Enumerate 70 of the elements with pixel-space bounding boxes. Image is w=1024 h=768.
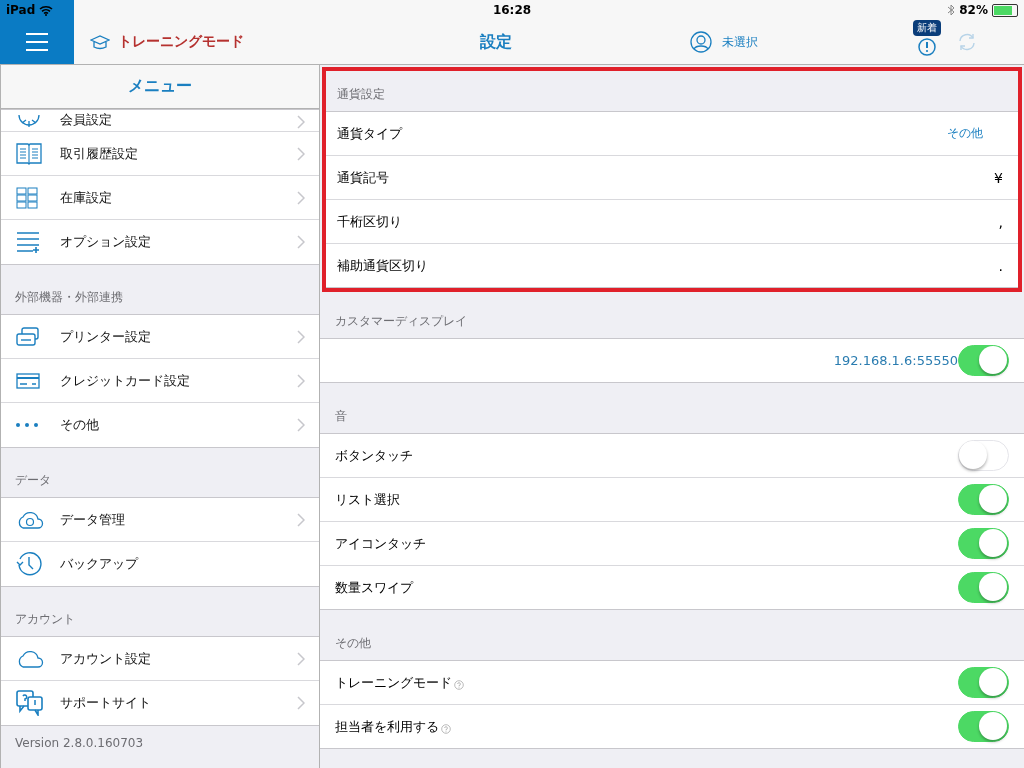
setting-label: アイコンタッチ xyxy=(335,534,426,553)
setting-label: 数量スワイプ xyxy=(335,578,413,597)
setting-label: ボタンタッチ xyxy=(335,446,413,465)
menu-item[interactable]: オプション設定 xyxy=(1,220,319,264)
menu-item[interactable]: 会員設定 xyxy=(1,110,319,132)
setting-label: 千桁区切り xyxy=(337,212,402,231)
setting-value: ¥ xyxy=(994,169,1003,186)
setting-label: リスト選択 xyxy=(335,490,400,509)
help-icon[interactable] xyxy=(454,679,464,690)
toggle-switch[interactable] xyxy=(958,345,1009,376)
chat-help-icon xyxy=(16,690,44,716)
section-header: その他 xyxy=(335,635,371,652)
wifi-icon xyxy=(39,4,54,16)
carrier-label: iPad xyxy=(6,3,36,17)
sidebar-title: メニュー xyxy=(128,76,192,97)
battery-icon xyxy=(992,3,1018,17)
toggle-switch[interactable] xyxy=(958,528,1009,559)
training-mode-label: トレーニングモード xyxy=(118,33,244,51)
drawers-icon xyxy=(16,186,38,209)
setting-value: . xyxy=(998,257,1003,274)
setting-label: トレーニングモード xyxy=(335,673,452,692)
person-icon xyxy=(690,31,712,53)
menu-item[interactable]: 在庫設定 xyxy=(1,176,319,220)
toggle-switch[interactable] xyxy=(958,484,1009,515)
clock-icon xyxy=(16,551,42,577)
staff-selector[interactable]: 未選択 xyxy=(690,31,905,53)
printer-icon xyxy=(16,326,40,347)
bluetooth-icon xyxy=(947,4,956,16)
card-icon xyxy=(16,372,40,389)
menu-item[interactable]: データ管理 xyxy=(1,498,319,542)
menu-item[interactable]: 取引履歴設定 xyxy=(1,132,319,176)
menu-item[interactable]: サポートサイト xyxy=(1,681,319,725)
book-icon xyxy=(16,142,42,165)
menu-item[interactable]: クレジットカード設定 xyxy=(1,359,319,403)
new-badge: 新着 xyxy=(913,20,941,36)
cloud-sync-icon xyxy=(16,510,44,529)
page-title: 設定 xyxy=(480,31,513,53)
help-icon[interactable] xyxy=(441,723,451,734)
menu-item[interactable]: その他 xyxy=(1,403,319,447)
graduation-cap-icon xyxy=(90,34,110,50)
menu-item[interactable]: アカウント設定 xyxy=(1,637,319,681)
setting-label: 担当者を利用する xyxy=(335,717,439,736)
setting-label: 補助通貨区切り xyxy=(337,256,428,275)
menu-button[interactable] xyxy=(0,20,74,64)
section-header: カスタマーディスプレイ xyxy=(335,313,467,330)
address-value: 192.168.1.6:55550 xyxy=(833,353,958,368)
section-header: アカウント xyxy=(15,611,75,628)
members-icon xyxy=(16,115,42,129)
dots-icon xyxy=(16,423,38,427)
toggle-switch[interactable] xyxy=(958,711,1009,742)
version-label: Version 2.8.0.160703 xyxy=(15,736,144,750)
toggle-switch[interactable] xyxy=(958,572,1009,603)
setting-value: , xyxy=(998,213,1003,230)
clock-time: 16:28 xyxy=(491,3,533,17)
notice-icon[interactable] xyxy=(918,38,936,56)
list-plus-icon xyxy=(16,231,40,253)
battery-percent: 82% xyxy=(959,3,988,17)
refresh-icon[interactable] xyxy=(957,32,977,52)
section-header: 外部機器・外部連携 xyxy=(15,289,123,306)
cloud-icon xyxy=(16,649,44,668)
currency-type-link[interactable]: その他 xyxy=(947,125,983,142)
setting-label: 通貨記号 xyxy=(337,168,389,187)
toggle-switch[interactable] xyxy=(958,667,1009,698)
section-header: 音 xyxy=(335,408,347,425)
menu-item[interactable]: バックアップ xyxy=(1,542,319,586)
section-header: 通貨設定 xyxy=(337,86,385,103)
setting-label: 通貨タイプ xyxy=(337,124,402,143)
menu-icon xyxy=(26,33,48,51)
section-header: データ xyxy=(15,472,51,489)
menu-item[interactable]: プリンター設定 xyxy=(1,315,319,359)
